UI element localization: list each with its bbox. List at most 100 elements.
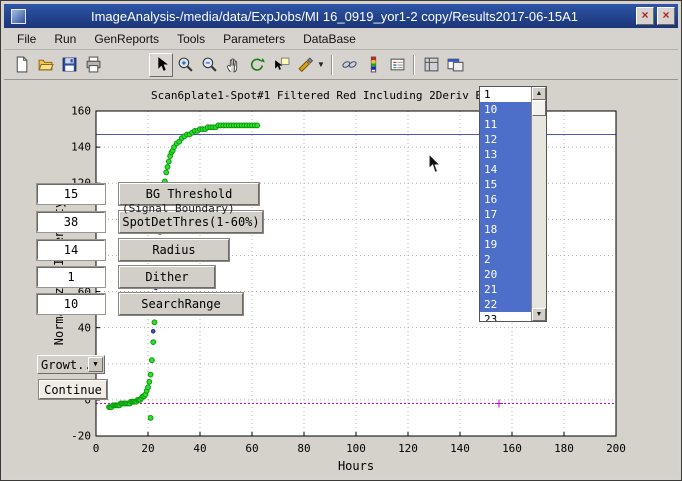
brush-icon <box>297 56 314 73</box>
save-button[interactable] <box>57 53 81 77</box>
hand-icon <box>225 56 242 73</box>
listbox-item[interactable]: 10 <box>480 102 531 117</box>
listbox-item[interactable]: 20 <box>480 267 531 282</box>
open-file-button[interactable] <box>33 53 57 77</box>
x-tick-label: 100 <box>346 442 366 455</box>
link-icon <box>341 56 358 73</box>
app-window: ImageAnalysis-/media/data/ExpJobs/MI 16_… <box>0 0 682 481</box>
new-file-button[interactable] <box>9 53 33 77</box>
app-icon <box>11 9 26 24</box>
plot-browser-icon <box>447 56 464 73</box>
x-tick-label: 160 <box>502 442 522 455</box>
brush-dropdown-icon[interactable]: ▼ <box>317 60 327 69</box>
menu-file[interactable]: File <box>8 29 45 49</box>
menu-tools[interactable]: Tools <box>168 29 214 49</box>
zoom-out-button[interactable] <box>197 53 221 77</box>
printer-icon <box>85 56 102 73</box>
spot-listbox: 110111213141516171819220212223 ▲ ▼ <box>479 86 547 322</box>
data-cursor-button[interactable] <box>269 53 293 77</box>
menu-genreports[interactable]: GenReports <box>85 29 168 49</box>
listbox-item[interactable]: 16 <box>480 192 531 207</box>
y-tick-label: 140 <box>71 141 91 154</box>
plot-title: Scan6plate1-Spot#1 Filtered Red Includin… <box>151 89 489 102</box>
listbox-scrollbar[interactable]: ▲ ▼ <box>531 87 546 321</box>
dither-button[interactable]: Dither <box>119 266 215 288</box>
x-tick-label: 0 <box>93 442 100 455</box>
x-axis-label: Hours <box>96 459 616 473</box>
x-tick-label: 40 <box>193 442 206 455</box>
x-tick-label: 140 <box>450 442 470 455</box>
listbox-item[interactable]: 12 <box>480 132 531 147</box>
listbox-item[interactable]: 21 <box>480 282 531 297</box>
legend-icon <box>389 56 406 73</box>
x-tick-label: 20 <box>141 442 154 455</box>
listbox-item[interactable]: 19 <box>480 237 531 252</box>
x-tick-label: 60 <box>245 442 258 455</box>
listbox-item[interactable]: 22 <box>480 297 531 312</box>
search-range-button[interactable]: SearchRange <box>119 293 243 315</box>
print-button[interactable] <box>81 53 105 77</box>
spot-det-thres-input[interactable] <box>37 212 105 232</box>
brush-button[interactable] <box>293 53 317 77</box>
figure-area: Scan6plate1-Spot#1 Filtered Red Includin… <box>4 80 678 477</box>
menu-database[interactable]: DataBase <box>294 29 365 49</box>
figure-palette-button[interactable] <box>419 53 443 77</box>
plot-svg <box>4 80 678 476</box>
listbox-item[interactable]: 18 <box>480 222 531 237</box>
y-tick-label: -20 <box>71 430 91 443</box>
plot-canvas[interactable] <box>4 80 678 477</box>
pan-button[interactable] <box>221 53 245 77</box>
scroll-down-button[interactable]: ▼ <box>532 308 546 321</box>
signal-boundary-label: (Signal Boundary) <box>122 202 235 215</box>
growth-dropdown[interactable]: Growt... ▼ <box>37 355 105 374</box>
palette-icon <box>423 56 440 73</box>
close-button[interactable]: × <box>657 7 675 25</box>
plot-browser-button[interactable] <box>443 53 467 77</box>
insert-colorbar-button[interactable] <box>361 53 385 77</box>
zoom-in-button[interactable] <box>173 53 197 77</box>
listbox-item[interactable]: 13 <box>480 147 531 162</box>
dither-input[interactable] <box>37 267 105 287</box>
toolbar: ▼ <box>4 50 678 80</box>
toolbar-separator <box>413 55 415 75</box>
listbox-item[interactable]: 17 <box>480 207 531 222</box>
bg-threshold-input[interactable] <box>37 184 105 204</box>
pointer-tool-button[interactable] <box>149 53 173 77</box>
rotate-3d-button[interactable] <box>245 53 269 77</box>
menu-run[interactable]: Run <box>45 29 85 49</box>
pointer-arrow-icon <box>153 56 170 73</box>
new-file-icon <box>13 56 30 73</box>
open-folder-icon <box>37 56 54 73</box>
maximize-button[interactable]: × <box>636 7 654 25</box>
insert-legend-button[interactable] <box>385 53 409 77</box>
listbox-item[interactable]: 15 <box>480 177 531 192</box>
growth-dropdown-label: Growt... <box>38 358 88 372</box>
zoom-out-icon <box>201 56 218 73</box>
menu-bar: File Run GenReports Tools Parameters Dat… <box>4 28 678 50</box>
y-tick-label: 160 <box>71 105 91 118</box>
radius-input[interactable] <box>37 240 105 260</box>
continue-button[interactable]: Continue <box>39 380 107 399</box>
floppy-disk-icon <box>61 56 78 73</box>
y-tick-label: 40 <box>78 321 91 334</box>
listbox-item[interactable]: 2 <box>480 252 531 267</box>
x-tick-label: 180 <box>554 442 574 455</box>
rotate-icon <box>249 56 266 73</box>
colorbar-icon <box>365 56 382 73</box>
listbox-item[interactable]: 11 <box>480 117 531 132</box>
listbox-item[interactable]: 14 <box>480 162 531 177</box>
search-range-input[interactable] <box>37 294 105 314</box>
menu-parameters[interactable]: Parameters <box>214 29 294 49</box>
scroll-up-button[interactable]: ▲ <box>532 87 546 100</box>
scrollbar-thumb[interactable] <box>532 100 546 116</box>
title-bar: ImageAnalysis-/media/data/ExpJobs/MI 16_… <box>4 4 678 28</box>
toolbar-separator <box>331 55 333 75</box>
x-tick-label: 200 <box>606 442 626 455</box>
listbox-item[interactable]: 23 <box>480 312 531 321</box>
link-plots-button[interactable] <box>337 53 361 77</box>
listbox-item[interactable]: 1 <box>480 87 531 102</box>
listbox-items: 110111213141516171819220212223 <box>480 87 531 321</box>
window-title: ImageAnalysis-/media/data/ExpJobs/MI 16_… <box>33 9 636 24</box>
zoom-in-icon <box>177 56 194 73</box>
radius-button[interactable]: Radius <box>119 239 229 261</box>
